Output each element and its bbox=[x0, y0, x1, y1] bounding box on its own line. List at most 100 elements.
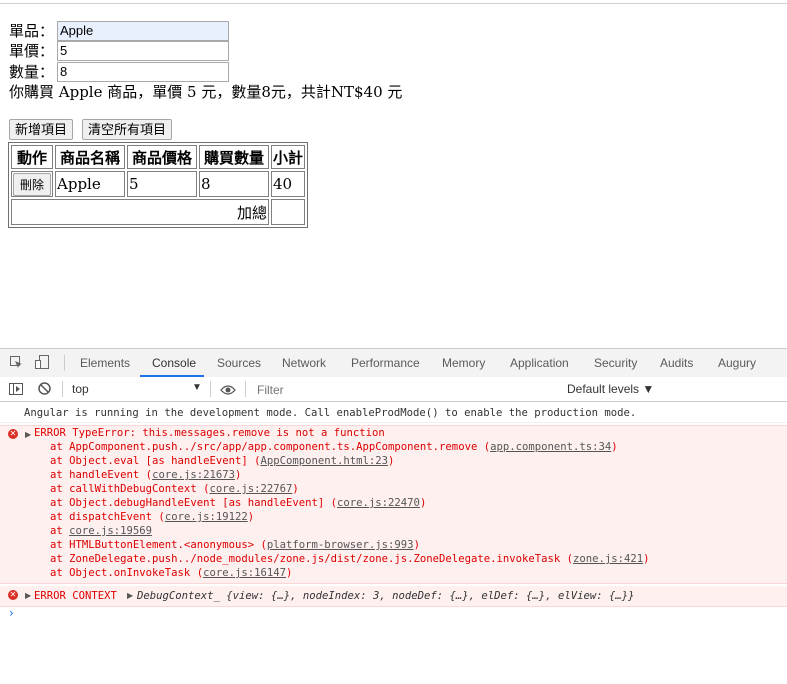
stack-frame-text: at Object.onInvokeTask ( bbox=[50, 567, 204, 579]
stack-frame-link[interactable]: app.component.ts:34 bbox=[490, 441, 611, 453]
qty-cell: 8 bbox=[199, 171, 270, 197]
tab-elements[interactable]: Elements bbox=[80, 356, 130, 370]
tab-console[interactable]: Console bbox=[152, 356, 196, 370]
subtotal-cell: 40 bbox=[271, 171, 306, 197]
stack-frame-text: ) bbox=[234, 469, 242, 481]
cart-table: 動作 商品名稱 商品價格 購買數量 小計 刪除 Apple 5 8 40 加總 bbox=[8, 142, 309, 228]
price-input[interactable] bbox=[57, 41, 229, 61]
stack-frame: at dispatchEvent (core.js:19122) bbox=[50, 510, 254, 524]
expand-triangle-icon[interactable]: ▶ bbox=[25, 428, 31, 442]
stack-frame: at callWithDebugContext (core.js:22767) bbox=[50, 482, 299, 496]
product-label: 單品： bbox=[9, 22, 55, 40]
toolbar-divider-2 bbox=[210, 381, 211, 397]
tab-performance[interactable]: Performance bbox=[351, 356, 420, 370]
product-row: 單品： bbox=[9, 21, 229, 41]
price-label: 單價： bbox=[9, 42, 55, 60]
stack-frame: at AppComponent.push../src/app/app.compo… bbox=[50, 440, 618, 454]
stack-frame: at Object.eval [as handleEvent] (AppComp… bbox=[50, 454, 394, 468]
qty-input[interactable] bbox=[57, 62, 229, 82]
devtools-panel: Elements Console Sources Network Perform… bbox=[0, 348, 787, 620]
stack-frame-text: at Object.debugHandleEvent [as handleEve… bbox=[50, 497, 338, 509]
stack-frame-link[interactable]: core.js:21673 bbox=[152, 469, 235, 481]
tab-audits[interactable]: Audits bbox=[660, 356, 693, 370]
header-subtotal: 小計 bbox=[271, 145, 306, 169]
console-filter-input[interactable] bbox=[254, 380, 563, 400]
stack-frame-text: at ZoneDelegate.push../node_modules/zone… bbox=[50, 553, 573, 565]
stack-frame-text: at Object.eval [as handleEvent] ( bbox=[50, 455, 261, 467]
qty-label: 數量： bbox=[9, 63, 55, 81]
devtools-tabbar: Elements Console Sources Network Perform… bbox=[0, 348, 787, 378]
stack-frame: at ZoneDelegate.push../node_modules/zone… bbox=[50, 552, 650, 566]
table-header-row: 動作 商品名稱 商品價格 購買數量 小計 bbox=[11, 145, 306, 169]
stack-frame: at Object.onInvokeTask (core.js:16147) bbox=[50, 566, 292, 580]
expand-triangle-icon[interactable]: ▶ bbox=[25, 589, 31, 603]
stack-frame: at Object.debugHandleEvent [as handleEve… bbox=[50, 496, 426, 510]
stack-frame-text: at bbox=[50, 525, 70, 537]
stack-frame-text: ) bbox=[643, 553, 650, 565]
console-prompt-icon[interactable]: › bbox=[9, 606, 14, 620]
device-toggle-icon[interactable] bbox=[35, 355, 51, 370]
header-action: 動作 bbox=[11, 145, 54, 169]
stack-frame-text: ) bbox=[611, 441, 618, 453]
action-cell: 刪除 bbox=[11, 171, 54, 197]
tab-divider bbox=[64, 355, 65, 371]
header-qty: 購買數量 bbox=[199, 145, 270, 169]
stack-frame-link[interactable]: core.js:19569 bbox=[69, 525, 152, 537]
stack-frame-text: at dispatchEvent ( bbox=[50, 511, 165, 523]
delete-button[interactable]: 刪除 bbox=[13, 172, 52, 196]
total-value bbox=[271, 199, 306, 225]
stack-frame-text: at handleEvent ( bbox=[50, 469, 153, 481]
stack-frame: at HTMLButtonElement.<anonymous> (platfo… bbox=[50, 538, 420, 552]
context-dropdown-icon[interactable]: ▼ bbox=[192, 382, 202, 393]
error-icon: ✕ bbox=[8, 429, 18, 439]
total-row: 加總 bbox=[11, 199, 306, 225]
stack-frame-link[interactable]: zone.js:421 bbox=[573, 553, 643, 565]
price-row: 單價： bbox=[9, 41, 229, 61]
eye-icon[interactable] bbox=[220, 384, 236, 398]
clear-console-icon[interactable] bbox=[38, 382, 51, 398]
inspect-icon[interactable] bbox=[10, 356, 22, 368]
clear-all-button[interactable]: 清空所有項目 bbox=[82, 119, 173, 140]
stack-frame-link[interactable]: core.js:19122 bbox=[165, 511, 248, 523]
context-select[interactable]: top bbox=[72, 382, 89, 396]
tab-augury[interactable]: Augury bbox=[718, 356, 756, 370]
toolbar-divider bbox=[62, 381, 63, 397]
stack-frame-text: ) bbox=[419, 497, 427, 509]
toolbar-divider-3 bbox=[245, 381, 246, 397]
tab-memory[interactable]: Memory bbox=[442, 356, 485, 370]
stack-frame-text: ) bbox=[286, 567, 293, 579]
stack-frame-link[interactable]: core.js:22767 bbox=[209, 483, 292, 495]
tab-sources[interactable]: Sources bbox=[217, 356, 261, 370]
error-icon: ✕ bbox=[8, 590, 18, 600]
header-price: 商品價格 bbox=[127, 145, 198, 169]
stack-frame-text: ) bbox=[292, 483, 299, 495]
stack-frame: at handleEvent (core.js:21673) bbox=[50, 468, 241, 482]
total-label: 加總 bbox=[11, 199, 270, 225]
top-border bbox=[0, 3, 787, 4]
product-input[interactable] bbox=[57, 21, 229, 41]
tab-security[interactable]: Security bbox=[594, 356, 637, 370]
purchase-summary: 你購買 Apple 商品，單價 5 元，數量8元，共計NT$40 元 bbox=[9, 83, 403, 101]
name-cell: Apple bbox=[55, 171, 126, 197]
table-row: 刪除 Apple 5 8 40 bbox=[11, 171, 306, 197]
price-cell: 5 bbox=[127, 171, 198, 197]
tab-network[interactable]: Network bbox=[282, 356, 326, 370]
stack-frame-link[interactable]: platform-browser.js:993 bbox=[267, 539, 414, 551]
stack-frame-text: at AppComponent.push../src/app/app.compo… bbox=[50, 441, 491, 453]
stack-frame-link[interactable]: core.js:22470 bbox=[337, 497, 420, 509]
console-error-entry: ✕ ▶ ERROR TypeError: this.messages.remov… bbox=[0, 425, 787, 584]
stack-frame-link[interactable]: core.js:16147 bbox=[203, 567, 286, 579]
debug-context-value[interactable]: DebugContext_ {view: {…}, nodeIndex: 3, … bbox=[137, 589, 634, 603]
levels-select[interactable]: Default levels ▼ bbox=[567, 382, 654, 396]
stack-frame: at core.js:19569 bbox=[50, 524, 152, 538]
expand-context-icon[interactable]: ▶ bbox=[127, 589, 133, 603]
stack-frame-text: ) bbox=[388, 455, 395, 467]
add-item-button[interactable]: 新增項目 bbox=[9, 119, 74, 140]
tab-application[interactable]: Application bbox=[510, 356, 569, 370]
error-context-label: ERROR CONTEXT bbox=[34, 590, 117, 602]
stack-frame-text: ) bbox=[413, 539, 420, 551]
stack-frame-text: at HTMLButtonElement.<anonymous> ( bbox=[50, 539, 267, 551]
error-title: ERROR TypeError: this.messages.remove is… bbox=[34, 427, 385, 439]
sidebar-toggle-icon[interactable] bbox=[9, 383, 23, 398]
stack-frame-link[interactable]: AppComponent.html:23 bbox=[260, 455, 388, 467]
